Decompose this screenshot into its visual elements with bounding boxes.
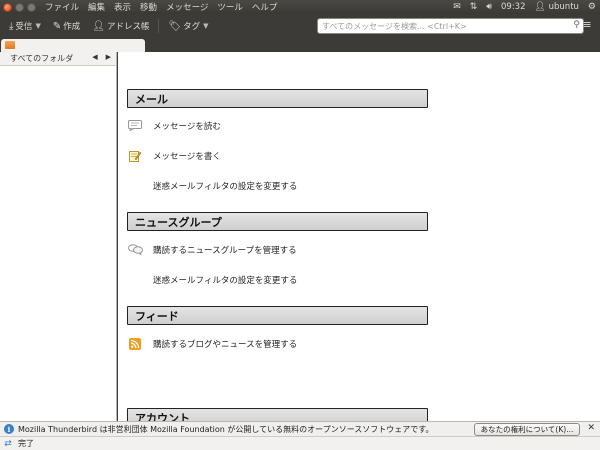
user-menu[interactable]: 👤︎ ubuntu (535, 0, 579, 14)
search-icon[interactable]: ⚲ (573, 20, 580, 30)
download-icon: ⤓ (9, 20, 14, 32)
folder-pane: すべてのフォルダ ◀ ▶ (0, 52, 117, 421)
menu-bar: ファイル 編集 表示 移動 メッセージ ツール ヘルプ (45, 1, 277, 13)
menu-view[interactable]: 表示 (114, 1, 131, 13)
link-label: メッセージを書く (153, 151, 221, 162)
tab-strip (0, 38, 600, 52)
manage-newsgroups-link[interactable]: 購読するニュースグループを管理する (127, 243, 297, 256)
rss-icon (127, 337, 143, 350)
link-label: 購読するニュースグループを管理する (153, 245, 297, 256)
link-label: 購読するブログやニュースを管理する (153, 339, 298, 350)
tab-account-central[interactable] (1, 39, 145, 52)
section-title: フィード (135, 309, 179, 323)
link-label: 迷惑メールフィルタの設定を変更する (153, 275, 298, 286)
notification-text: Mozilla Thunderbird は非営利団体 Mozilla Found… (18, 424, 434, 434)
receive-label: 受信 (15, 22, 33, 32)
user-name: ubuntu (548, 2, 579, 12)
menu-message[interactable]: メッセージ (166, 1, 208, 13)
menu-go[interactable]: 移動 (140, 1, 157, 13)
junk-settings-link[interactable]: 迷惑メールフィルタの設定を変更する (127, 179, 297, 192)
compose-label: 作成 (63, 22, 81, 32)
chevron-down-icon: ▼ (203, 22, 209, 30)
menu-tools[interactable]: ツール (217, 1, 243, 13)
write-message-link[interactable]: メッセージを書く (127, 149, 221, 162)
manage-feeds-link[interactable]: 購読するブログやニュースを管理する (127, 337, 297, 350)
section-feeds-header: フィード (127, 306, 428, 325)
notification-button-label: あなたの権利について(K)... (480, 425, 574, 434)
section-mail-header: メール (127, 89, 428, 108)
close-window-button[interactable] (3, 2, 12, 12)
main-toolbar: ⤓ 受信 ▼ ✎ 作成 👤︎ アドレス帳 🏷︎ タグ ▼ すべてのメッセージを検… (0, 14, 600, 38)
network-icon[interactable]: ⇅ (470, 0, 478, 14)
link-label: メッセージを読む (153, 121, 221, 132)
search-input[interactable]: すべてのメッセージを検索... <Ctrl+K> ⚲ (317, 18, 584, 34)
section-title: アカウント (135, 411, 190, 422)
section-newsgroups-header: ニュースグループ (127, 212, 428, 231)
app-menu-button[interactable]: ≡ (580, 18, 594, 34)
toolbar-separator (158, 19, 160, 33)
info-icon: i (4, 424, 14, 434)
compose-button[interactable]: ✎ 作成 (50, 18, 83, 34)
chevron-down-icon[interactable]: ▼ (35, 22, 40, 30)
know-your-rights-button[interactable]: あなたの権利について(K)... (474, 423, 580, 436)
contact-icon: 👤︎ (92, 20, 105, 32)
section-title: メール (135, 92, 168, 106)
indicators: ✉ ⇅ 🔊︎ 09:32 👤︎ ubuntu ⚙ (453, 0, 596, 14)
status-text: 完了 (18, 439, 34, 448)
pencil-icon: ✎ (52, 20, 62, 32)
menu-file[interactable]: ファイル (45, 1, 79, 13)
rights-notification-bar: i Mozilla Thunderbird は非営利団体 Mozilla Fou… (0, 421, 600, 436)
folder-icon (5, 41, 15, 49)
link-label: 迷惑メールフィルタの設定を変更する (153, 181, 298, 192)
close-icon[interactable]: ✕ (587, 423, 595, 433)
address-book-label: アドレス帳 (106, 22, 150, 32)
menu-edit[interactable]: 編集 (88, 1, 105, 13)
menu-help[interactable]: ヘルプ (252, 1, 278, 13)
maximize-window-button[interactable] (27, 2, 36, 12)
tag-button[interactable]: 🏷︎ タグ ▼ (165, 18, 211, 34)
compose-icon (127, 149, 143, 162)
next-folder-mode-icon[interactable]: ▶ (106, 53, 111, 61)
prev-folder-mode-icon[interactable]: ◀ (92, 53, 97, 61)
section-title: ニュースグループ (135, 215, 222, 229)
read-messages-link[interactable]: メッセージを読む (127, 119, 221, 132)
search-placeholder: すべてのメッセージを検索... <Ctrl+K> (322, 22, 467, 31)
gear-icon[interactable]: ⚙ (588, 0, 596, 14)
folder-mode-label: すべてのフォルダ (10, 54, 74, 63)
read-mail-icon (127, 119, 143, 132)
clock[interactable]: 09:32 (501, 2, 526, 12)
minimize-window-button[interactable] (15, 2, 24, 12)
user-icon: 👤︎ (534, 2, 546, 12)
folder-pane-header: すべてのフォルダ ◀ ▶ (0, 52, 116, 66)
receive-button[interactable]: ⤓ 受信 ▼ (6, 18, 44, 34)
top-panel: ファイル 編集 表示 移動 メッセージ ツール ヘルプ ✉ ⇅ 🔊︎ 09:32… (0, 0, 600, 14)
account-central: メール メッセージを読む メッセージを書く 迷惑メールフィルタの設定を変更する … (118, 52, 600, 421)
address-book-button[interactable]: 👤︎ アドレス帳 (89, 18, 152, 34)
window-controls (3, 2, 41, 12)
mail-icon[interactable]: ✉ (453, 0, 461, 14)
status-bar: ⇄ 完了 (0, 436, 600, 450)
newsgroup-junk-settings-link[interactable]: 迷惑メールフィルタの設定を変更する (127, 273, 297, 286)
tag-icon: 🏷︎ (168, 20, 182, 32)
section-accounts-header: アカウント (127, 408, 428, 421)
volume-icon[interactable]: 🔊︎ (486, 0, 492, 14)
tag-label: タグ (183, 22, 201, 32)
online-status-icon[interactable]: ⇄ (3, 439, 13, 449)
newsgroup-icon (127, 243, 143, 256)
